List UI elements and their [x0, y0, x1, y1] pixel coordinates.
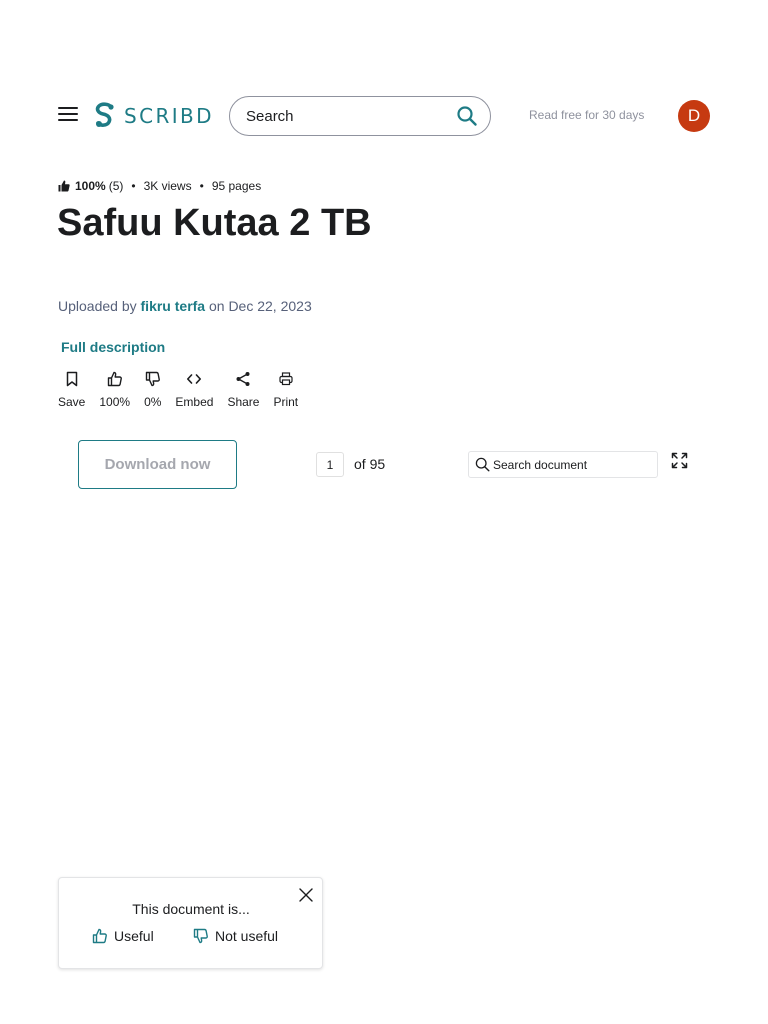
share-button[interactable]: Share	[227, 371, 259, 409]
scribd-logo[interactable]: SCRIBD	[94, 101, 214, 131]
share-icon	[236, 372, 250, 386]
upvote-button[interactable]: 100%	[99, 371, 130, 409]
print-button[interactable]: Print	[273, 371, 298, 409]
top-header: SCRIBD Read free for 30 days D	[58, 96, 710, 136]
total-pages-label: of 95	[354, 456, 386, 472]
upload-info: Uploaded by fikru terfa on Dec 22, 2023	[58, 298, 312, 314]
document-title: Safuu Kutaa 2 TB	[57, 202, 372, 244]
search-input[interactable]	[246, 107, 456, 125]
upvote-percent: 100%	[99, 395, 131, 409]
print-icon	[279, 372, 293, 386]
rating-percent: 100%	[75, 179, 106, 193]
save-button[interactable]: Save	[58, 371, 85, 409]
feedback-question: This document is...	[132, 901, 250, 917]
separator-dot: •	[131, 179, 136, 193]
document-meta: 100% (5) • 3K views • 95 pages	[58, 179, 261, 193]
logo-text: SCRIBD	[124, 104, 214, 128]
bookmark-icon	[66, 371, 77, 387]
author-link[interactable]: fikru terfa	[141, 298, 206, 314]
hamburger-menu-icon[interactable]	[58, 107, 78, 123]
full-description-link[interactable]: Full description	[61, 339, 165, 355]
downvote-button[interactable]: 0%	[144, 371, 161, 409]
thumbs-up-icon	[92, 928, 107, 944]
read-free-link[interactable]: Read free for 30 days	[529, 108, 644, 122]
search-box[interactable]	[229, 96, 491, 136]
search-icon	[475, 457, 490, 472]
action-bar: Save 100% 0% Embed Share Print	[58, 371, 312, 409]
pages-count: 95 pages	[211, 179, 262, 193]
useful-label: Useful	[114, 928, 154, 944]
embed-button[interactable]: Embed	[175, 371, 213, 409]
thumbs-down-icon	[193, 928, 208, 944]
document-search-box[interactable]	[468, 451, 658, 478]
downvote-percent: 0%	[144, 395, 162, 409]
current-page-input[interactable]: 1	[316, 452, 344, 477]
print-label: Print	[273, 395, 299, 409]
document-search-input[interactable]	[493, 457, 653, 472]
download-now-button[interactable]: Download now	[78, 440, 237, 489]
share-label: Share	[227, 395, 260, 409]
search-icon[interactable]	[456, 105, 478, 127]
not-useful-button[interactable]: Not useful	[193, 928, 278, 944]
thumbs-up-filled-icon	[58, 180, 70, 192]
uploaded-by-label: Uploaded by	[58, 298, 137, 314]
user-avatar[interactable]: D	[678, 100, 710, 132]
useful-button[interactable]: Useful	[92, 928, 154, 944]
not-useful-label: Not useful	[215, 928, 279, 944]
feedback-popup: This document is... Useful Not useful	[58, 877, 323, 969]
embed-label: Embed	[175, 395, 214, 409]
thumbs-down-icon	[145, 371, 160, 387]
separator-dot: •	[199, 179, 204, 193]
views-count: 3K views	[143, 179, 192, 193]
upload-date: on Dec 22, 2023	[208, 298, 312, 314]
scribd-logo-mark-icon	[95, 102, 114, 127]
thumbs-up-icon	[107, 371, 122, 387]
save-label: Save	[58, 395, 86, 409]
code-icon	[187, 374, 202, 384]
rating-count: (5)	[108, 179, 124, 193]
fullscreen-expand-icon[interactable]	[671, 452, 688, 469]
